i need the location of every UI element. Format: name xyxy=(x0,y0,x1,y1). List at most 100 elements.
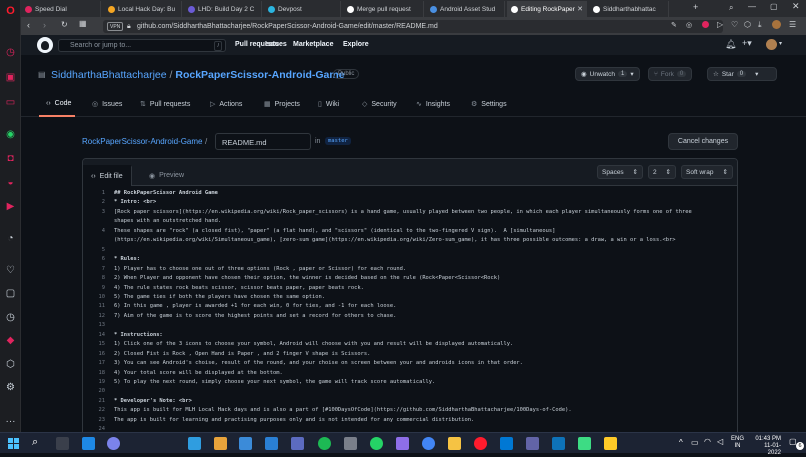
indent-mode-select[interactable]: Spaces ⇕ xyxy=(597,165,643,179)
wrap-mode-select[interactable]: Soft wrap ⇕ xyxy=(681,165,733,179)
clock[interactable]: 01:43 PM 11-01-2022 xyxy=(751,436,781,457)
store-icon[interactable] xyxy=(265,437,278,450)
forward-icon[interactable]: › xyxy=(43,20,46,30)
todo-icon[interactable] xyxy=(239,437,252,450)
opera-logo-icon[interactable]: O xyxy=(4,4,17,17)
vpn-badge[interactable]: VPN xyxy=(107,22,124,31)
repo-tab-security[interactable]: ◇ Security xyxy=(362,100,397,109)
heart-toolbar-icon[interactable]: ♡ xyxy=(731,20,738,29)
new-tab-icon[interactable]: + xyxy=(693,2,698,12)
url-field[interactable]: VPN 🔒︎ github.com/SiddharthaBhattacharje… xyxy=(103,20,723,33)
teams-icon[interactable] xyxy=(526,437,539,450)
whatsapp-icon[interactable] xyxy=(370,437,383,450)
task-view-icon[interactable] xyxy=(56,437,69,450)
close-window-icon[interactable]: ✕ xyxy=(792,1,800,12)
repo-tab-actions[interactable]: ▷ Actions xyxy=(210,100,242,109)
notepad-icon[interactable] xyxy=(344,437,357,450)
settings-icon[interactable]: ⚙ xyxy=(4,381,17,394)
volume-icon[interactable]: ◁ xyxy=(717,437,723,446)
breadcrumb-repo-link[interactable]: RockPaperScissor-Android-Game xyxy=(82,137,203,146)
github-logo-icon[interactable] xyxy=(37,37,53,53)
reload-icon[interactable]: ↻ xyxy=(61,20,68,29)
user-avatar[interactable] xyxy=(766,39,777,50)
filename-input[interactable]: README.md xyxy=(215,133,311,150)
browser-tab[interactable]: Devpost xyxy=(264,1,341,17)
repo-tab-issues[interactable]: ◎ Issues xyxy=(92,100,122,109)
camera-icon[interactable]: ◎ xyxy=(686,21,692,29)
history-icon[interactable]: ◔ xyxy=(4,232,17,245)
tray-chevron-icon[interactable]: ^ xyxy=(679,438,683,447)
browser-tab[interactable]: Siddharthabhattac xyxy=(589,1,669,17)
player-toolbar-icon[interactable]: ▷ xyxy=(717,20,723,29)
browser-tab[interactable]: LHD: Build Day 2 C xyxy=(184,1,262,17)
vscode-icon[interactable] xyxy=(552,437,565,450)
photos-icon[interactable] xyxy=(291,437,304,450)
close-tab-icon[interactable]: ✕ xyxy=(577,5,583,13)
repo-owner-link[interactable]: SiddharthaBhattacharjee xyxy=(51,69,167,81)
shopping-icon[interactable]: ▣ xyxy=(4,71,17,84)
unwatch-button[interactable]: ◉ Unwatch 1 ▾ xyxy=(575,67,640,81)
figma-icon[interactable] xyxy=(396,437,409,450)
repo-tab-settings[interactable]: ⚙ Settings xyxy=(471,100,507,109)
minimize-icon[interactable]: — xyxy=(748,2,756,11)
download-icon[interactable]: ⤓ xyxy=(758,20,762,30)
search-input[interactable]: Search or jump to... / xyxy=(58,39,226,52)
home-grid-icon[interactable]: ▦ xyxy=(79,19,87,28)
opera-taskbar-icon[interactable] xyxy=(474,437,487,450)
messenger-icon[interactable]: ◉ xyxy=(4,128,17,141)
fork-button[interactable]: ⑂ Fork 0 xyxy=(648,67,693,81)
nav-marketplace[interactable]: Marketplace xyxy=(293,41,333,48)
avatar-dropdown-icon[interactable]: ▾ xyxy=(779,40,782,47)
search-taskbar-icon[interactable]: ⌕ xyxy=(32,436,38,449)
android-studio-icon[interactable] xyxy=(578,437,591,450)
code-app-icon[interactable] xyxy=(500,437,513,450)
browser-tab[interactable]: Android Asset Stud xyxy=(426,1,505,17)
instagram-icon[interactable]: ◘ xyxy=(4,152,17,165)
browser-tab[interactable]: Speed Dial xyxy=(21,1,101,17)
spotify-icon[interactable] xyxy=(318,437,331,450)
paint-icon[interactable] xyxy=(214,437,227,450)
teams-chat-icon[interactable] xyxy=(107,437,120,450)
language-indicator[interactable]: ENG IN xyxy=(731,436,744,450)
pinboard-icon[interactable]: ▢ xyxy=(4,287,17,300)
widgets-icon[interactable] xyxy=(82,437,95,450)
file-explorer-icon[interactable] xyxy=(448,437,461,450)
create-new-icon[interactable]: +▾ xyxy=(742,38,752,49)
repo-tab-insights[interactable]: ∿ Insights xyxy=(416,100,450,109)
wifi-icon[interactable]: ◠ xyxy=(704,437,711,446)
browser-tab[interactable]: Editing RockPaper ✕ xyxy=(507,1,587,17)
browser-tab[interactable]: Merge pull request xyxy=(343,1,424,17)
tab-search-icon[interactable]: ⌕ xyxy=(729,3,733,13)
easy-setup-icon[interactable]: ☰ xyxy=(789,20,796,29)
heart-icon[interactable]: ♡ xyxy=(4,264,17,277)
tab-preview[interactable]: ◉ Preview xyxy=(141,165,192,186)
cancel-changes-button[interactable]: Cancel changes xyxy=(668,133,738,150)
player-icon[interactable]: ▶ xyxy=(4,200,17,213)
edit-icon[interactable]: ✎ xyxy=(671,21,677,29)
nav-explore[interactable]: Explore xyxy=(343,41,369,48)
repo-tab-code[interactable]: ‹› Code xyxy=(46,100,71,107)
repo-name-link[interactable]: RockPaperScissor-Android-Game xyxy=(175,69,344,81)
tab-edit-file[interactable]: ‹› Edit file xyxy=(83,165,132,186)
repo-tab-projects[interactable]: ▦ Projects xyxy=(264,100,300,109)
bell-icon[interactable]: 🔔︎ xyxy=(725,39,736,50)
extensions-icon[interactable]: ⬡ xyxy=(744,20,751,29)
twitter-icon[interactable]: ◒ xyxy=(4,176,17,189)
adblock-icon[interactable] xyxy=(702,21,709,28)
windows-start-icon[interactable] xyxy=(8,438,19,449)
chrome-icon[interactable] xyxy=(422,437,435,450)
indent-size-select[interactable]: 2 ⇕ xyxy=(648,165,676,179)
repo-tab-pull-requests[interactable]: ⇅ Pull requests xyxy=(140,100,190,109)
more-icon[interactable]: ··· xyxy=(4,415,17,428)
crypto-wallet-icon[interactable]: ◆ xyxy=(4,334,17,347)
cube-icon[interactable]: ⬡ xyxy=(4,358,17,371)
profile-avatar[interactable] xyxy=(772,20,781,29)
firebase-icon[interactable] xyxy=(604,437,617,450)
calculator-icon[interactable] xyxy=(188,437,201,450)
chat-icon[interactable]: ▭ xyxy=(4,96,17,109)
speed-dial-icon[interactable]: ◷ xyxy=(4,46,17,59)
maximize-icon[interactable]: ▢ xyxy=(770,2,778,11)
nav-issues[interactable]: Issues xyxy=(265,41,287,48)
clock-icon[interactable]: ◷ xyxy=(4,311,17,324)
repo-tab-wiki[interactable]: ▯ Wiki xyxy=(318,100,339,109)
